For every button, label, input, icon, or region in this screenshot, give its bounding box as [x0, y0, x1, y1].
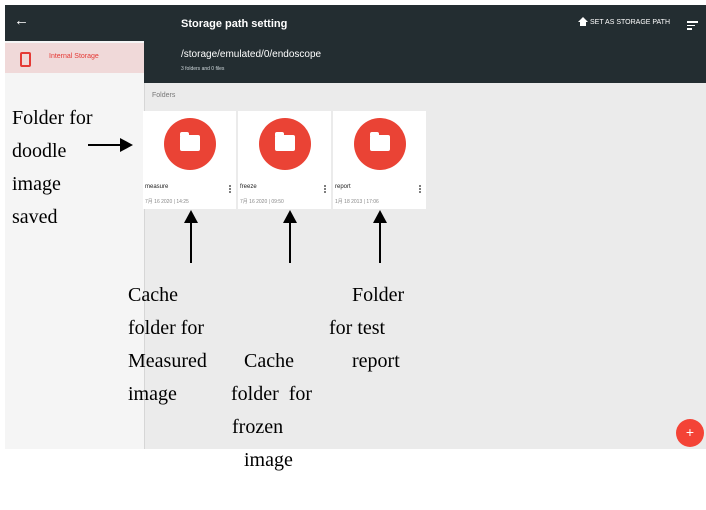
folder-name: freeze — [240, 184, 257, 190]
header: Storage path setting /storage/emulated/0… — [144, 5, 706, 83]
folder-card-measure[interactable]: measure 7月 16 2020 | 14:25 — [143, 111, 236, 209]
sidebar-item-internal-storage[interactable]: Internal Storage — [5, 43, 144, 73]
arrow-up-icon — [283, 210, 297, 263]
folder-card-freeze[interactable]: freeze 7月 16 2020 | 09:50 — [238, 111, 331, 209]
folder-date: 7月 16 2020 | 14:25 — [145, 199, 189, 205]
arrow-right-icon — [88, 138, 133, 152]
folder-count: 3 folders and 0 files — [181, 66, 225, 72]
phone-icon — [20, 52, 31, 67]
folder-name: report — [335, 184, 351, 190]
sidebar-header: ← — [5, 5, 144, 41]
folder-date: 7月 16 2020 | 09:50 — [240, 199, 284, 205]
annotation-measure: Cache folder for Measured image — [128, 284, 207, 405]
annotation-report: Folder for test report — [329, 284, 405, 372]
set-storage-path-button[interactable]: SET AS STORAGE PATH — [578, 17, 671, 26]
arrow-up-icon — [184, 210, 198, 263]
add-button[interactable]: + — [676, 419, 704, 447]
set-storage-path-label: SET AS STORAGE PATH — [590, 19, 671, 26]
annotation-doodle: Folder for doodle image saved — [12, 107, 93, 228]
arrow-up-icon — [373, 210, 387, 263]
more-options-icon[interactable] — [419, 185, 421, 194]
more-options-icon[interactable] — [229, 185, 231, 194]
current-path: /storage/emulated/0/endoscope — [181, 49, 322, 60]
more-options-icon[interactable] — [324, 185, 326, 194]
folder-card-report[interactable]: report 1月 18 2013 | 17:06 — [333, 111, 426, 209]
folder-icon — [354, 118, 406, 170]
sidebar-item-label: Internal Storage — [49, 53, 99, 60]
page-title: Storage path setting — [181, 18, 288, 30]
home-icon — [578, 17, 588, 26]
sort-icon[interactable] — [687, 21, 698, 30]
folder-date: 1月 18 2013 | 17:06 — [335, 199, 379, 205]
folder-icon — [164, 118, 216, 170]
app-window: ← Internal Storage Storage path setting … — [5, 5, 706, 449]
section-label: Folders — [152, 92, 176, 99]
annotation-freeze: Cache folder for frozen image — [231, 350, 313, 471]
folder-name: measure — [145, 184, 169, 190]
back-arrow-icon[interactable]: ← — [14, 12, 29, 29]
folder-icon — [259, 118, 311, 170]
